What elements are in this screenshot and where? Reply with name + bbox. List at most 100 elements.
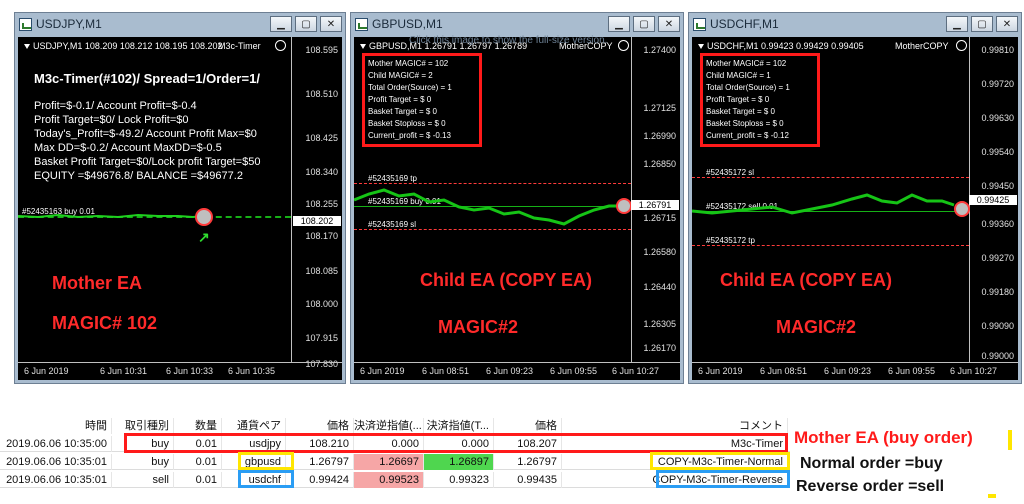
mother-annotation: Mother EA (buy order) (794, 428, 973, 447)
chart-area[interactable]: USDJPY,M1 108.209 108.212 108.195 108.20… (18, 37, 342, 380)
ea-label-secondary: MAGIC#2 (438, 317, 519, 337)
current-price-box: 108.202 (293, 216, 341, 226)
plot-area[interactable]: GBPUSD,M1 1.26791 1.26797 1.26789 Mother… (354, 37, 632, 362)
ea-label-secondary: MAGIC#2 (776, 317, 857, 337)
chart-window-icon (355, 17, 368, 31)
current-price-box: 1.26791 (631, 200, 679, 210)
maximize-button[interactable]: ▢ (633, 16, 655, 32)
minimize-button[interactable]: ▁ (946, 16, 968, 32)
price-tick: 0.99000 (981, 351, 1014, 361)
info-line: Profit=$-0.1/ Account Profit=$-0.4 (34, 100, 197, 112)
close-button[interactable]: ✕ (320, 16, 342, 32)
column-header[interactable]: 価格 (286, 418, 354, 434)
stop-loss-line (692, 177, 969, 178)
chart-window-gbpusd[interactable]: GBPUSD,M1 ▁ ▢ ✕ Click this image to show… (350, 12, 684, 384)
price-tick: 1.26990 (643, 131, 676, 141)
time-tick: 6 Jun 2019 (24, 366, 69, 376)
column-header[interactable]: 取引種別 (112, 418, 174, 434)
info-line: EQUITY =$49676.8/ BALANCE =$49677.2 (34, 170, 243, 182)
chart-area[interactable]: USDCHF,M1 0.99423 0.99429 0.99405 Mother… (692, 37, 1018, 380)
info-line: Profit Target = $ 0 (706, 95, 770, 104)
time-cell: 2019.06.06 10:35:01 (0, 454, 112, 470)
price-tick: 1.26305 (643, 319, 676, 329)
info-line: Basket Stoploss = $ 0 (368, 119, 446, 128)
yellow-underline-marker (988, 494, 996, 498)
dropdown-triangle-icon[interactable] (360, 44, 366, 50)
time-cell: 2019.06.06 10:35:01 (0, 472, 112, 488)
close-button[interactable]: ✕ (996, 16, 1018, 32)
chart-area[interactable]: GBPUSD,M1 1.26791 1.26797 1.26789 Mother… (354, 37, 680, 380)
take-profit-label: #52435172 tp (706, 236, 755, 245)
ea-title-line: M3c-Timer(#102)/ Spread=1/Order=1/ (34, 71, 260, 86)
gbpusd-highlight (238, 452, 294, 470)
ea-tag: MotherCOPY (895, 41, 949, 51)
stop-loss-label: #52435172 sl (706, 168, 755, 177)
plot-area[interactable]: USDJPY,M1 108.209 108.212 108.195 108.20… (18, 37, 292, 362)
time-axis: 6 Jun 2019 6 Jun 10:31 6 Jun 10:33 6 Jun… (18, 362, 342, 380)
time-tick: 6 Jun 09:55 (550, 366, 598, 376)
price-tick: 1.26440 (643, 282, 676, 292)
info-line: Profit Target=$0/ Lock Profit=$0 (34, 114, 189, 126)
info-line: Current_profit = $ -0.12 (706, 131, 789, 140)
close-button[interactable]: ✕ (658, 16, 680, 32)
chart-header: USDJPY,M1 108.209 108.212 108.195 108.20… (24, 41, 222, 51)
time-tick: 6 Jun 10:33 (166, 366, 214, 376)
minimize-button[interactable]: ▁ (270, 16, 292, 32)
info-line: Basket Profit Target=$0/Lock profit Targ… (34, 156, 261, 168)
price-tick: 108.255 (305, 199, 338, 209)
time-tick: 6 Jun 08:51 (422, 366, 470, 376)
column-header[interactable]: 価格 (494, 418, 562, 434)
price-tick: 108.000 (305, 299, 338, 309)
window-titlebar[interactable]: USDCHF,M1 ▁ ▢ ✕ (689, 13, 1021, 35)
ea-label-primary: Child EA (COPY EA) (420, 270, 593, 290)
dropdown-triangle-icon[interactable] (24, 44, 30, 50)
smiley-icon (275, 40, 286, 51)
volume-cell: 0.01 (174, 454, 222, 470)
column-header[interactable]: 決済逆指値(... (354, 418, 424, 434)
column-header[interactable]: 決済指値(T... (424, 418, 494, 434)
take-profit-line (692, 245, 969, 246)
smiley-icon (618, 40, 629, 51)
volume-cell: 0.01 (174, 472, 222, 488)
info-line: Total Order(Source) = 1 (706, 83, 790, 92)
price-tick: 108.170 (305, 231, 338, 241)
info-line: Total Order(Source) = 1 (368, 83, 452, 92)
time-tick: 6 Jun 2019 (360, 366, 405, 376)
price-tick: 108.595 (305, 45, 338, 55)
price-series (692, 193, 955, 215)
price-tick: 0.99540 (981, 147, 1014, 157)
chart-window-icon (693, 17, 706, 31)
reverse-annotation: Reverse order =sell (796, 478, 945, 495)
price-tick: 1.27400 (643, 45, 676, 55)
column-header[interactable]: 時間 (0, 418, 112, 434)
column-header[interactable]: コメント (570, 418, 788, 434)
time-tick: 6 Jun 09:55 (888, 366, 936, 376)
info-line: Mother MAGIC# = 102 (368, 59, 449, 68)
usdchf-highlight (238, 470, 294, 488)
price-tick: 0.99090 (981, 321, 1014, 331)
up-arrow-icon: ↗ (198, 229, 210, 245)
chart-window-usdjpy[interactable]: USDJPY,M1 ▁ ▢ ✕ USDJPY,M1 108.209 108.21… (14, 12, 346, 384)
window-titlebar[interactable]: GBPUSD,M1 ▁ ▢ ✕ (351, 13, 683, 35)
current-price-cell: 1.26797 (494, 454, 562, 470)
info-line: Today's_Profit=$-49.2/ Account Profit Ma… (34, 128, 257, 140)
window-titlebar[interactable]: USDJPY,M1 ▁ ▢ ✕ (15, 13, 345, 35)
dropdown-triangle-icon[interactable] (698, 44, 704, 50)
time-tick: 6 Jun 10:27 (950, 366, 998, 376)
maximize-button[interactable]: ▢ (971, 16, 993, 32)
chart-window-usdchf[interactable]: USDCHF,M1 ▁ ▢ ✕ USDCHF,M1 0.99423 0.9942… (688, 12, 1022, 384)
current-price-box: 0.99425 (969, 195, 1017, 205)
window-title: USDCHF,M1 (710, 17, 779, 31)
price-tick: 0.99180 (981, 287, 1014, 297)
column-header[interactable]: 通貨ペア (222, 418, 286, 434)
full-size-hint[interactable]: Click this image to show the full-size v… (409, 35, 607, 46)
ea-label-primary: Child EA (COPY EA) (720, 270, 893, 290)
column-header[interactable]: 数量 (174, 418, 222, 434)
price-tick: 0.99720 (981, 79, 1014, 89)
maximize-button[interactable]: ▢ (295, 16, 317, 32)
minimize-button[interactable]: ▁ (608, 16, 630, 32)
plot-area[interactable]: USDCHF,M1 0.99423 0.99429 0.99405 Mother… (692, 37, 970, 362)
info-line: Child MAGIC# = 1 (706, 71, 771, 80)
time-cell: 2019.06.06 10:35:00 (0, 436, 112, 452)
time-axis: 6 Jun 2019 6 Jun 08:51 6 Jun 09:23 6 Jun… (692, 362, 1018, 380)
